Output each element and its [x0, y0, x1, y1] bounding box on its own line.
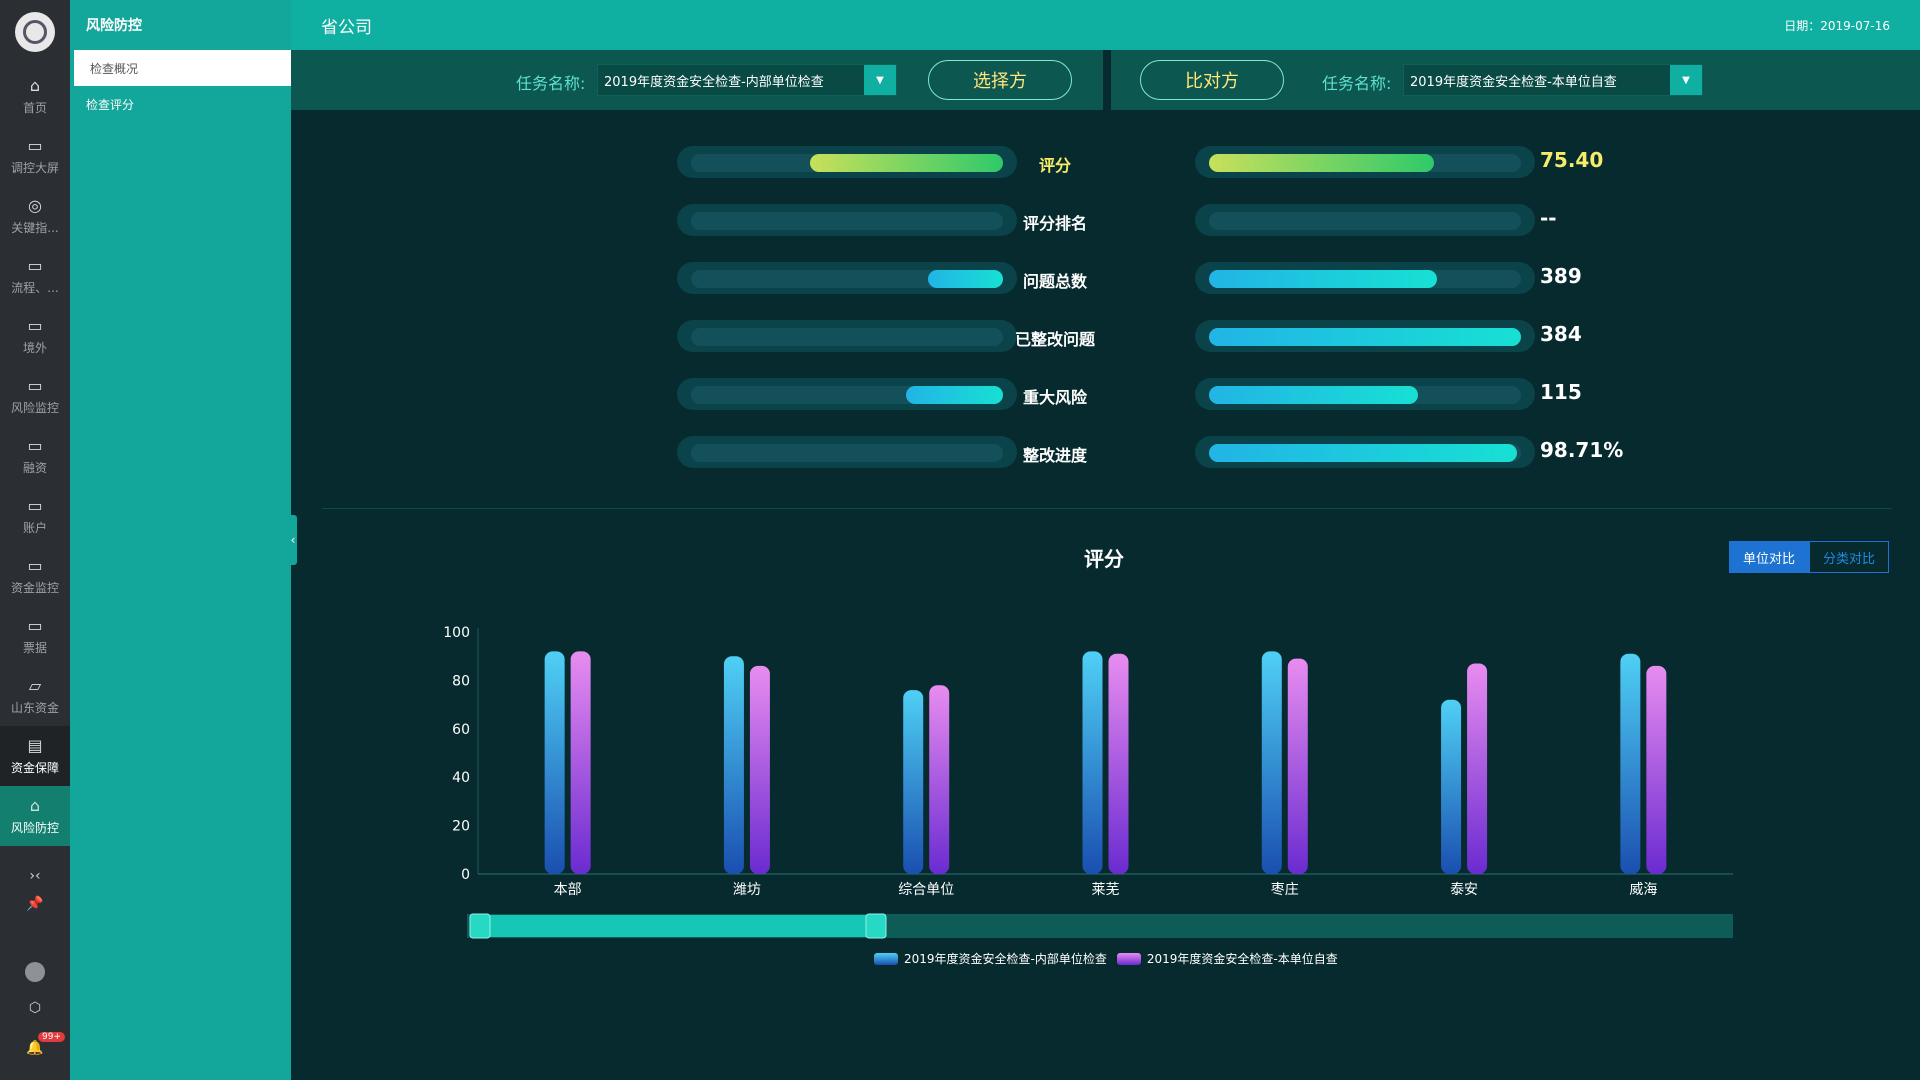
- zoom-slider-handle[interactable]: [865, 913, 887, 939]
- x-tick-label: 莱芜: [1092, 881, 1120, 898]
- bar-series-0: [1261, 651, 1282, 874]
- bar-series-0: [1441, 699, 1462, 874]
- x-tick-label: 潍坊: [733, 882, 761, 898]
- bar-series-1: [1646, 665, 1667, 874]
- legend-swatch: [1116, 952, 1141, 965]
- bar-series-0: [903, 690, 924, 874]
- bar-series-1: [1467, 663, 1488, 874]
- bar-series-0: [544, 651, 565, 874]
- zoom-slider-range[interactable]: [470, 915, 876, 937]
- bar-series-1: [570, 651, 591, 874]
- y-tick-label: 0: [461, 867, 470, 883]
- y-tick-label: 80: [452, 673, 470, 689]
- x-tick-label: 威海: [1629, 882, 1657, 898]
- bar-series-1: [1108, 653, 1129, 874]
- bar-series-1: [749, 665, 770, 874]
- zoom-slider-handle[interactable]: [469, 913, 491, 939]
- bar-series-1: [929, 685, 950, 874]
- chart-legend: 2019年度资金安全检查-内部单位检查 2019年度资金安全检查-本单位自查: [874, 950, 1338, 967]
- bar-series-0: [1082, 651, 1103, 874]
- y-tick-label: 60: [452, 722, 470, 738]
- bar-series-0: [723, 656, 744, 874]
- y-tick-label: 20: [452, 819, 470, 835]
- x-tick-label: 综合单位: [898, 882, 954, 898]
- y-tick-label: 40: [452, 770, 470, 786]
- legend-item-series-0[interactable]: 2019年度资金安全检查-内部单位检查: [874, 950, 1107, 967]
- legend-label: 2019年度资金安全检查-内部单位检查: [904, 952, 1107, 966]
- bar-series-0: [1620, 653, 1641, 874]
- bar-chart: 0 20 40 60 80 100 本部 潍坊 综合单位 莱芜 枣庄 泰安 威海: [443, 625, 1733, 939]
- legend-label: 2019年度资金安全检查-本单位自查: [1146, 952, 1338, 966]
- legend-swatch: [874, 952, 898, 965]
- x-tick-label: 枣庄: [1271, 881, 1299, 898]
- bar-series-1: [1287, 658, 1308, 874]
- x-tick-label: 本部: [554, 882, 582, 898]
- y-tick-label: 100: [443, 625, 470, 641]
- x-tick-label: 泰安: [1450, 882, 1478, 898]
- legend-item-series-1[interactable]: 2019年度资金安全检查-本单位自查: [1116, 950, 1338, 967]
